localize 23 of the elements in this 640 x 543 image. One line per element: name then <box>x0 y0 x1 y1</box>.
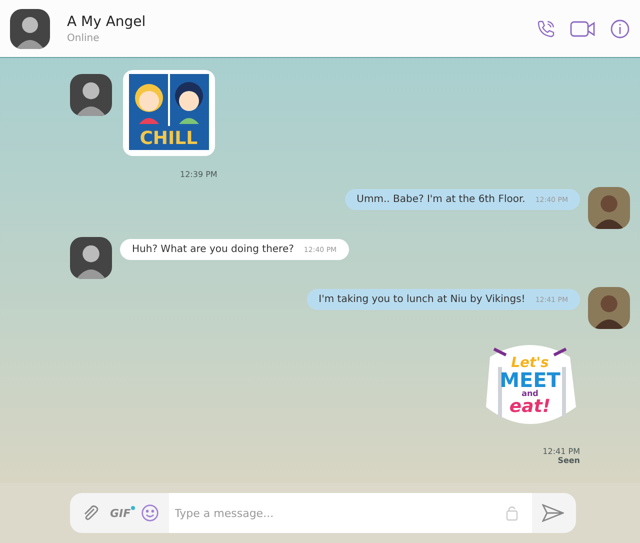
emoji-icon[interactable] <box>140 504 159 522</box>
contact-status: Online <box>67 32 100 44</box>
read-status: Seen <box>558 456 580 465</box>
sticker-text: CHILL <box>140 130 198 148</box>
message-time: 12:41 PM <box>542 447 580 456</box>
sticker-text: eat! <box>509 398 551 416</box>
contact-avatar[interactable] <box>10 8 50 48</box>
contact-avatar <box>70 74 112 116</box>
send-icon[interactable] <box>542 504 564 522</box>
gif-button[interactable]: GIF <box>110 506 131 520</box>
info-icon[interactable] <box>610 18 630 38</box>
sticker-text: and <box>522 390 538 398</box>
sticker-text: Let's <box>511 356 549 370</box>
contact-avatar <box>70 237 112 279</box>
phone-call-icon[interactable] <box>536 18 556 38</box>
own-avatar <box>588 287 630 329</box>
own-avatar <box>588 187 630 229</box>
new-dot-icon <box>130 506 135 510</box>
video-call-icon[interactable] <box>570 18 596 38</box>
contact-name: A My Angel <box>67 14 147 30</box>
message-input[interactable]: Type a message... <box>168 493 532 533</box>
sticker-text: MEET <box>500 370 560 390</box>
message-time: 12:39 PM <box>180 170 218 179</box>
